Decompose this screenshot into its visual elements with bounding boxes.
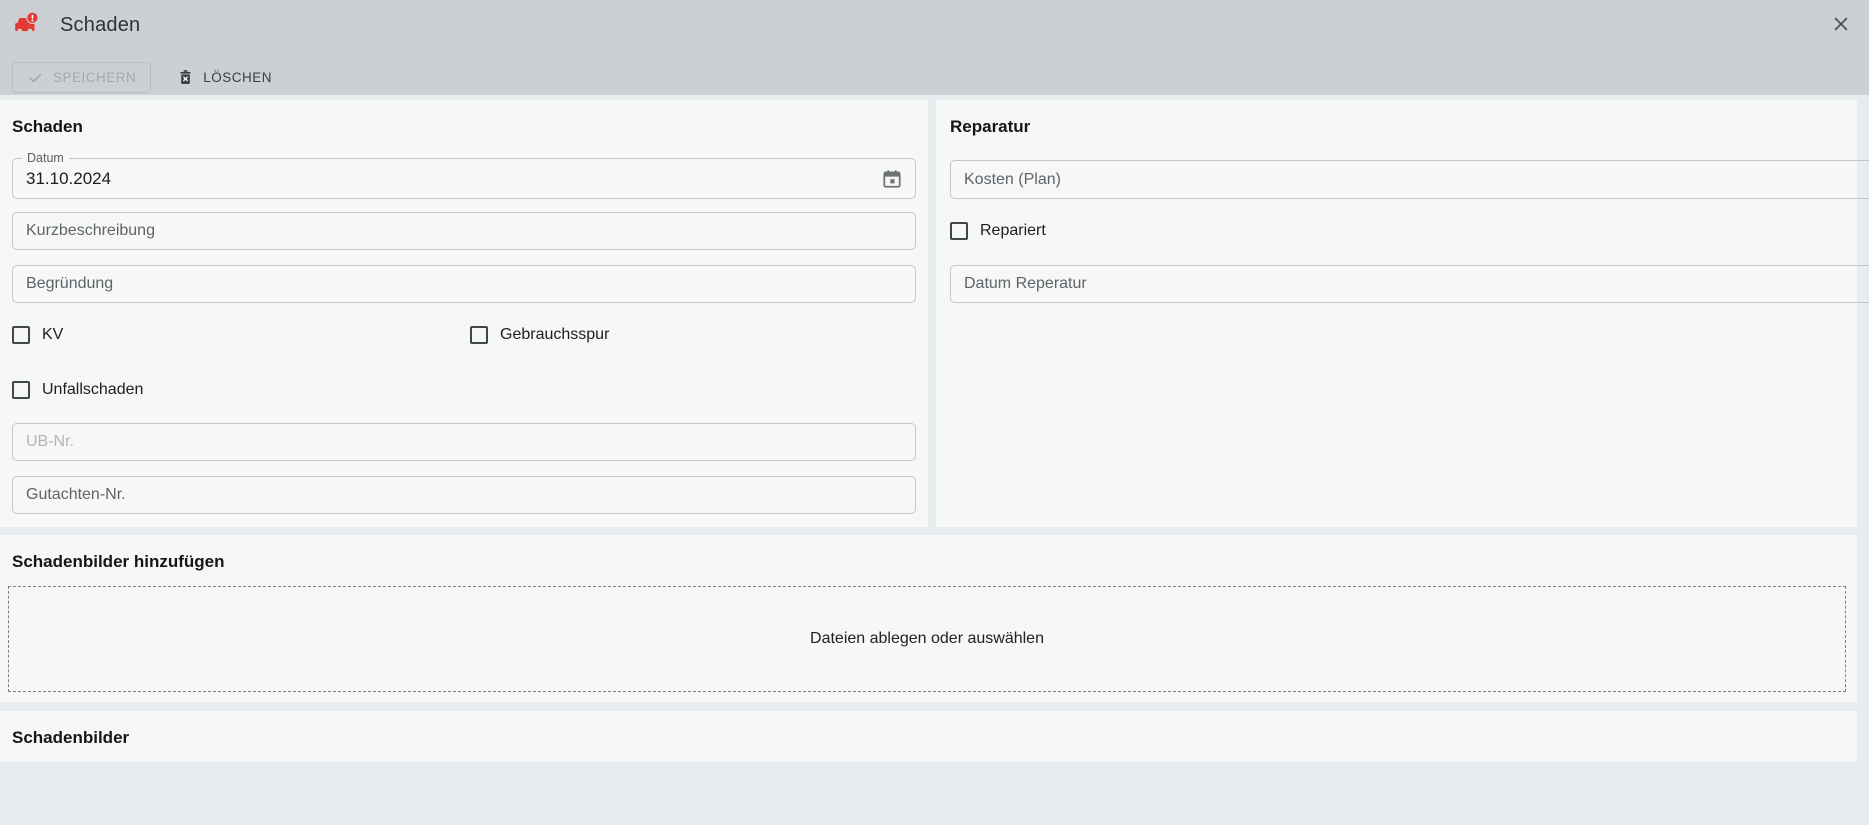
damage-section: Schaden Datum KV [0,100,928,527]
begruendung-field [12,265,916,303]
checkbox-kv[interactable]: KV [12,326,63,344]
toolbar: SPEICHERN LÖSCHEN [12,62,286,93]
ub-nr-field [12,423,916,461]
header-bar: Schaden SPEICHERN [0,0,1869,95]
images-section-title: Schadenbilder [12,728,129,748]
schaden-dialog: Schaden SPEICHERN [0,0,1869,825]
checkbox-kv-box[interactable] [12,326,30,344]
car-crash-icon [12,11,40,39]
checkbox-gebrauchsspur[interactable]: Gebrauchsspur [470,326,609,344]
repair-section-title: Reparatur [950,117,1030,137]
close-button[interactable] [1829,12,1853,36]
check-icon [27,69,44,86]
upload-section: Schadenbilder hinzufügen Dateien ablegen… [0,535,1857,702]
begruendung-input[interactable] [13,266,915,302]
kosten-plan-input[interactable] [951,161,1869,198]
checkbox-repariert-label: Repariert [980,222,1046,240]
title-row: Schaden [12,8,140,42]
dropzone-text: Dateien ablegen oder auswählen [810,630,1044,648]
kosten-plan-field [950,160,1869,199]
checkbox-unfallschaden-label: Unfallschaden [42,381,143,399]
close-icon [1831,14,1851,34]
repair-section: Reparatur Repariert [936,100,1857,527]
gutachten-nr-input[interactable] [13,477,915,513]
save-button[interactable]: SPEICHERN [12,62,151,93]
gutachten-nr-field [12,476,916,514]
checkbox-repariert-box[interactable] [950,222,968,240]
datum-reparatur-input[interactable] [951,266,1869,302]
checkbox-unfallschaden-box[interactable] [12,381,30,399]
ub-nr-input [13,424,915,460]
checkbox-kv-label: KV [42,326,63,344]
kurzbeschreibung-input[interactable] [13,213,915,249]
kurzbeschreibung-field [12,212,916,250]
calendar-icon[interactable] [881,168,903,190]
upload-section-title: Schadenbilder hinzufügen [12,552,225,572]
file-dropzone[interactable]: Dateien ablegen oder auswählen [8,586,1846,692]
damage-section-title: Schaden [12,117,83,137]
checkbox-gebrauchsspur-box[interactable] [470,326,488,344]
checkbox-unfallschaden[interactable]: Unfallschaden [12,381,143,399]
datum-input[interactable] [13,159,915,198]
trash-icon [177,69,194,86]
datum-reparatur-field [950,265,1869,303]
images-section: Schadenbilder [0,711,1857,762]
delete-button[interactable]: LÖSCHEN [163,62,286,93]
checkbox-repariert[interactable]: Repariert [950,222,1046,240]
page-title: Schaden [60,14,140,37]
checkbox-gebrauchsspur-label: Gebrauchsspur [500,326,609,344]
datum-field: Datum [12,158,916,199]
